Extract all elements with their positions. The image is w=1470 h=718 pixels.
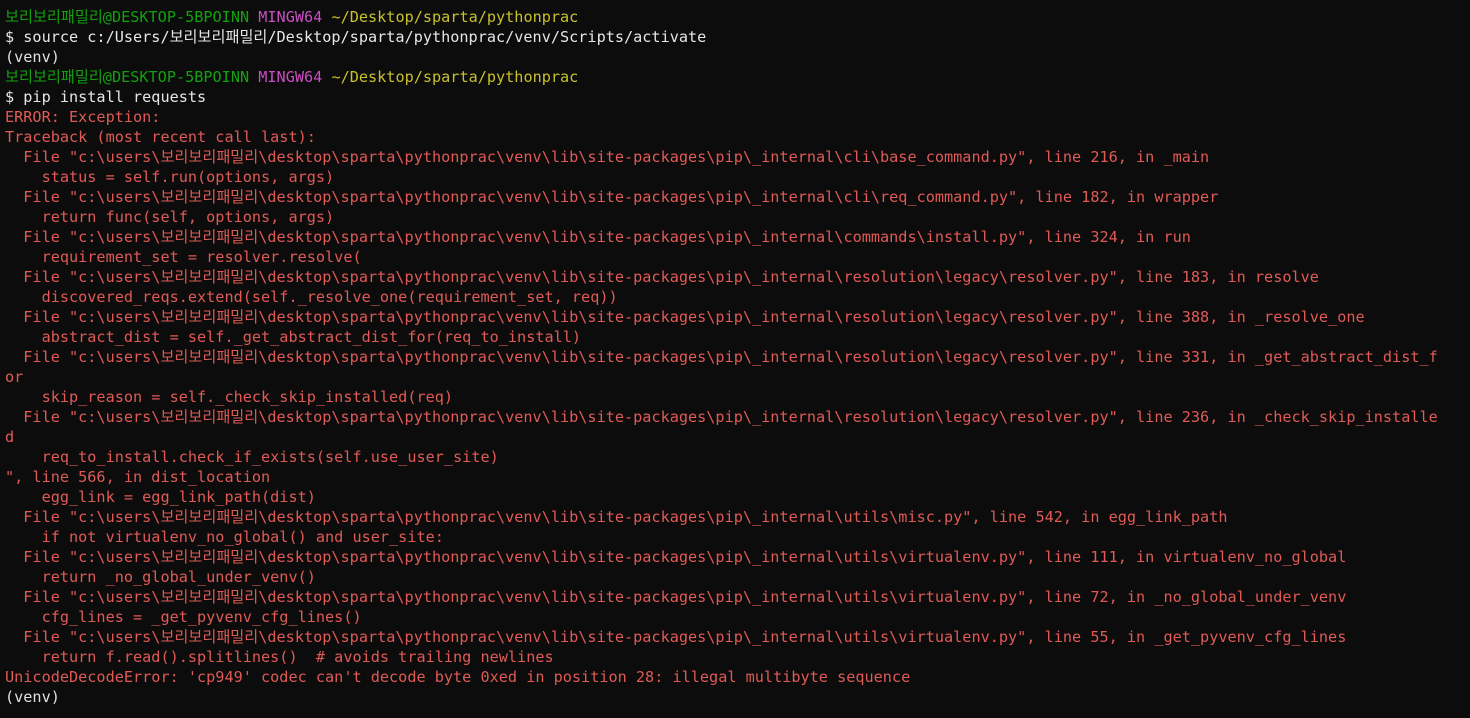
error-line: abstract_dist = self._get_abstract_dist_… xyxy=(5,327,1465,347)
error-text: if not virtualenv_no_global() and user_s… xyxy=(5,528,444,546)
command-line: $ pip install requests xyxy=(5,87,1465,107)
error-line: File "c:\users\보리보리패밀리\desktop\sparta\py… xyxy=(5,627,1465,647)
error-text: File "c:\users\보리보리패밀리\desktop\sparta\py… xyxy=(5,268,1319,286)
error-text: cfg_lines = _get_pyvenv_cfg_lines() xyxy=(5,608,362,626)
error-line: ", line 566, in dist_location xyxy=(5,467,1465,487)
error-text: Traceback (most recent call last): xyxy=(5,128,316,146)
error-text: File "c:\users\보리보리패밀리\desktop\sparta\py… xyxy=(5,588,1347,606)
error-text: File "c:\users\보리보리패밀리\desktop\sparta\py… xyxy=(5,188,1219,206)
command-line: $ source c:/Users/보리보리패밀리/Desktop/sparta… xyxy=(5,27,1465,47)
error-text: UnicodeDecodeError: 'cp949' codec can't … xyxy=(5,668,911,686)
prompt-user-host: 보리보리패밀리@DESKTOP-5BPOINN xyxy=(5,8,250,26)
output-text: (venv) xyxy=(5,688,60,706)
error-line: Traceback (most recent call last): xyxy=(5,127,1465,147)
error-line: File "c:\users\보리보리패밀리\desktop\sparta\py… xyxy=(5,587,1465,607)
error-text: File "c:\users\보리보리패밀리\desktop\sparta\py… xyxy=(5,408,1438,426)
error-line: File "c:\users\보리보리패밀리\desktop\sparta\py… xyxy=(5,347,1465,367)
error-line: File "c:\users\보리보리패밀리\desktop\sparta\py… xyxy=(5,147,1465,167)
error-text: discovered_reqs.extend(self._resolve_one… xyxy=(5,288,618,306)
error-text: or xyxy=(5,368,24,386)
error-text: File "c:\users\보리보리패밀리\desktop\sparta\py… xyxy=(5,508,1228,526)
output-text: (venv) xyxy=(5,48,60,66)
error-line: skip_reason = self._check_skip_installed… xyxy=(5,387,1465,407)
error-text: return f.read().splitlines() # avoids tr… xyxy=(5,648,554,666)
error-text: File "c:\users\보리보리패밀리\desktop\sparta\py… xyxy=(5,548,1347,566)
error-text: File "c:\users\보리보리패밀리\desktop\sparta\py… xyxy=(5,308,1365,326)
prompt-user-host: 보리보리패밀리@DESKTOP-5BPOINN xyxy=(5,68,250,86)
error-line: status = self.run(options, args) xyxy=(5,167,1465,187)
error-text: File "c:\users\보리보리패밀리\desktop\sparta\py… xyxy=(5,228,1191,246)
error-line: return _no_global_under_venv() xyxy=(5,567,1465,587)
prompt-path: ~/Desktop/sparta/pythonprac xyxy=(331,8,579,26)
error-text: req_to_install.check_if_exists(self.use_… xyxy=(5,448,499,466)
prompt-system: MINGW64 xyxy=(258,8,323,26)
prompt-path: ~/Desktop/sparta/pythonprac xyxy=(331,68,579,86)
output-line: (venv) xyxy=(5,47,1465,67)
error-line: File "c:\users\보리보리패밀리\desktop\sparta\py… xyxy=(5,507,1465,527)
error-text: File "c:\users\보리보리패밀리\desktop\sparta\py… xyxy=(5,628,1347,646)
error-line: File "c:\users\보리보리패밀리\desktop\sparta\py… xyxy=(5,267,1465,287)
error-line: UnicodeDecodeError: 'cp949' codec can't … xyxy=(5,667,1465,687)
error-line: File "c:\users\보리보리패밀리\desktop\sparta\py… xyxy=(5,547,1465,567)
error-line: or xyxy=(5,367,1465,387)
error-text: egg_link = egg_link_path(dist) xyxy=(5,488,316,506)
command-text: $ source c:/Users/보리보리패밀리/Desktop/sparta… xyxy=(5,28,707,46)
error-line: if not virtualenv_no_global() and user_s… xyxy=(5,527,1465,547)
error-text: skip_reason = self._check_skip_installed… xyxy=(5,388,454,406)
error-line: discovered_reqs.extend(self._resolve_one… xyxy=(5,287,1465,307)
error-line: return func(self, options, args) xyxy=(5,207,1465,227)
error-line: File "c:\users\보리보리패밀리\desktop\sparta\py… xyxy=(5,307,1465,327)
error-line: File "c:\users\보리보리패밀리\desktop\sparta\py… xyxy=(5,227,1465,247)
prompt-line: 보리보리패밀리@DESKTOP-5BPOINN MINGW64 ~/Deskto… xyxy=(5,7,1465,27)
error-line: File "c:\users\보리보리패밀리\desktop\sparta\py… xyxy=(5,407,1465,427)
error-text: return func(self, options, args) xyxy=(5,208,335,226)
error-line: req_to_install.check_if_exists(self.use_… xyxy=(5,447,1465,467)
error-text: status = self.run(options, args) xyxy=(5,168,335,186)
error-line: d xyxy=(5,427,1465,447)
error-line: egg_link = egg_link_path(dist) xyxy=(5,487,1465,507)
error-text: requirement_set = resolver.resolve( xyxy=(5,248,362,266)
error-line: File "c:\users\보리보리패밀리\desktop\sparta\py… xyxy=(5,187,1465,207)
error-text: ERROR: Exception: xyxy=(5,108,161,126)
prompt-system: MINGW64 xyxy=(258,68,323,86)
error-line: return f.read().splitlines() # avoids tr… xyxy=(5,647,1465,667)
error-text: return _no_global_under_venv() xyxy=(5,568,316,586)
error-line: cfg_lines = _get_pyvenv_cfg_lines() xyxy=(5,607,1465,627)
terminal-output[interactable]: 보리보리패밀리@DESKTOP-5BPOINN MINGW64 ~/Deskto… xyxy=(5,7,1465,718)
error-text: d xyxy=(5,428,15,446)
error-text: ", line 566, in dist_location xyxy=(5,468,271,486)
error-text: File "c:\users\보리보리패밀리\desktop\sparta\py… xyxy=(5,148,1210,166)
output-line: (venv) xyxy=(5,687,1465,707)
error-text: File "c:\users\보리보리패밀리\desktop\sparta\py… xyxy=(5,348,1438,366)
error-text: abstract_dist = self._get_abstract_dist_… xyxy=(5,328,582,346)
command-text: $ pip install requests xyxy=(5,88,207,106)
error-line: requirement_set = resolver.resolve( xyxy=(5,247,1465,267)
error-line: ERROR: Exception: xyxy=(5,107,1465,127)
prompt-line: 보리보리패밀리@DESKTOP-5BPOINN MINGW64 ~/Deskto… xyxy=(5,67,1465,87)
